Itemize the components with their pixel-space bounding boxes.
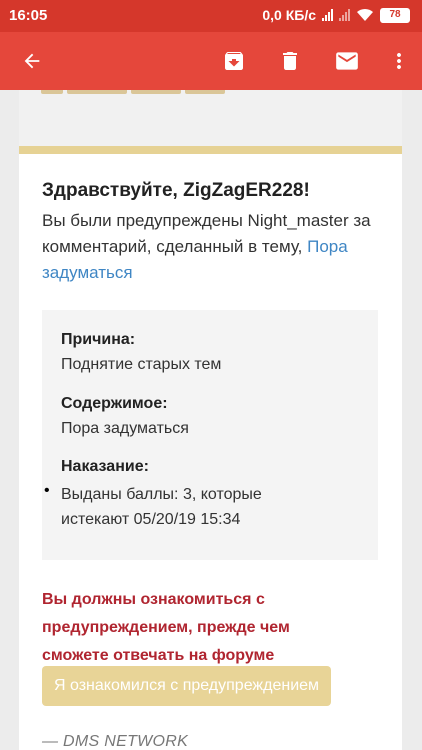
status-indicators: 0,0 КБ/с 78 [262, 7, 410, 23]
content-link[interactable]: Пора задуматься [61, 420, 189, 438]
signal-icon [322, 9, 333, 21]
greeting: Здравствуйте, ZigZagER228! [42, 180, 310, 201]
penalty-list-item: • Выданы баллы: 3, которые истекают 05/2… [42, 482, 378, 542]
intro-text: Вы были предупреждены Night_master за ко… [42, 208, 387, 286]
partial-logo [41, 90, 241, 96]
email-body: Здравствуйте, ZigZagER228! Вы были преду… [19, 90, 402, 750]
wifi-icon [357, 8, 373, 21]
back-arrow-icon[interactable] [10, 32, 54, 90]
status-bar: 16:05 0,0 КБ/с 78 [0, 0, 422, 32]
more-vert-icon[interactable] [384, 32, 414, 90]
bullet-icon: • [44, 482, 50, 499]
reason-value: Поднятие старых тем [61, 356, 222, 373]
warning-message: Вы должны ознакомиться с предупреждением… [42, 591, 290, 664]
email-header [19, 90, 402, 146]
delete-icon[interactable] [268, 32, 312, 90]
signoff: — DMS NETWORK [42, 733, 189, 750]
status-time: 16:05 [9, 7, 48, 24]
reason-label: Причина: [61, 331, 136, 348]
app-bar [0, 32, 422, 90]
acknowledge-button[interactable]: Я ознакомился с предупреждением [42, 666, 332, 706]
network-speed: 0,0 КБ/с [262, 7, 316, 23]
battery-icon: 78 [380, 7, 410, 23]
penalty-label: Наказание: [61, 458, 149, 475]
mail-icon[interactable] [324, 32, 370, 90]
penalty-value: Выданы баллы: 3, которые истекают 05/20/… [61, 486, 262, 528]
signal-icon-2 [339, 9, 350, 21]
header-divider [19, 146, 402, 154]
archive-icon[interactable] [212, 32, 256, 90]
content-label: Содержимое: [61, 395, 168, 412]
warning-details-box: Причина: Поднятие старых тем Содержимое:… [42, 310, 378, 560]
